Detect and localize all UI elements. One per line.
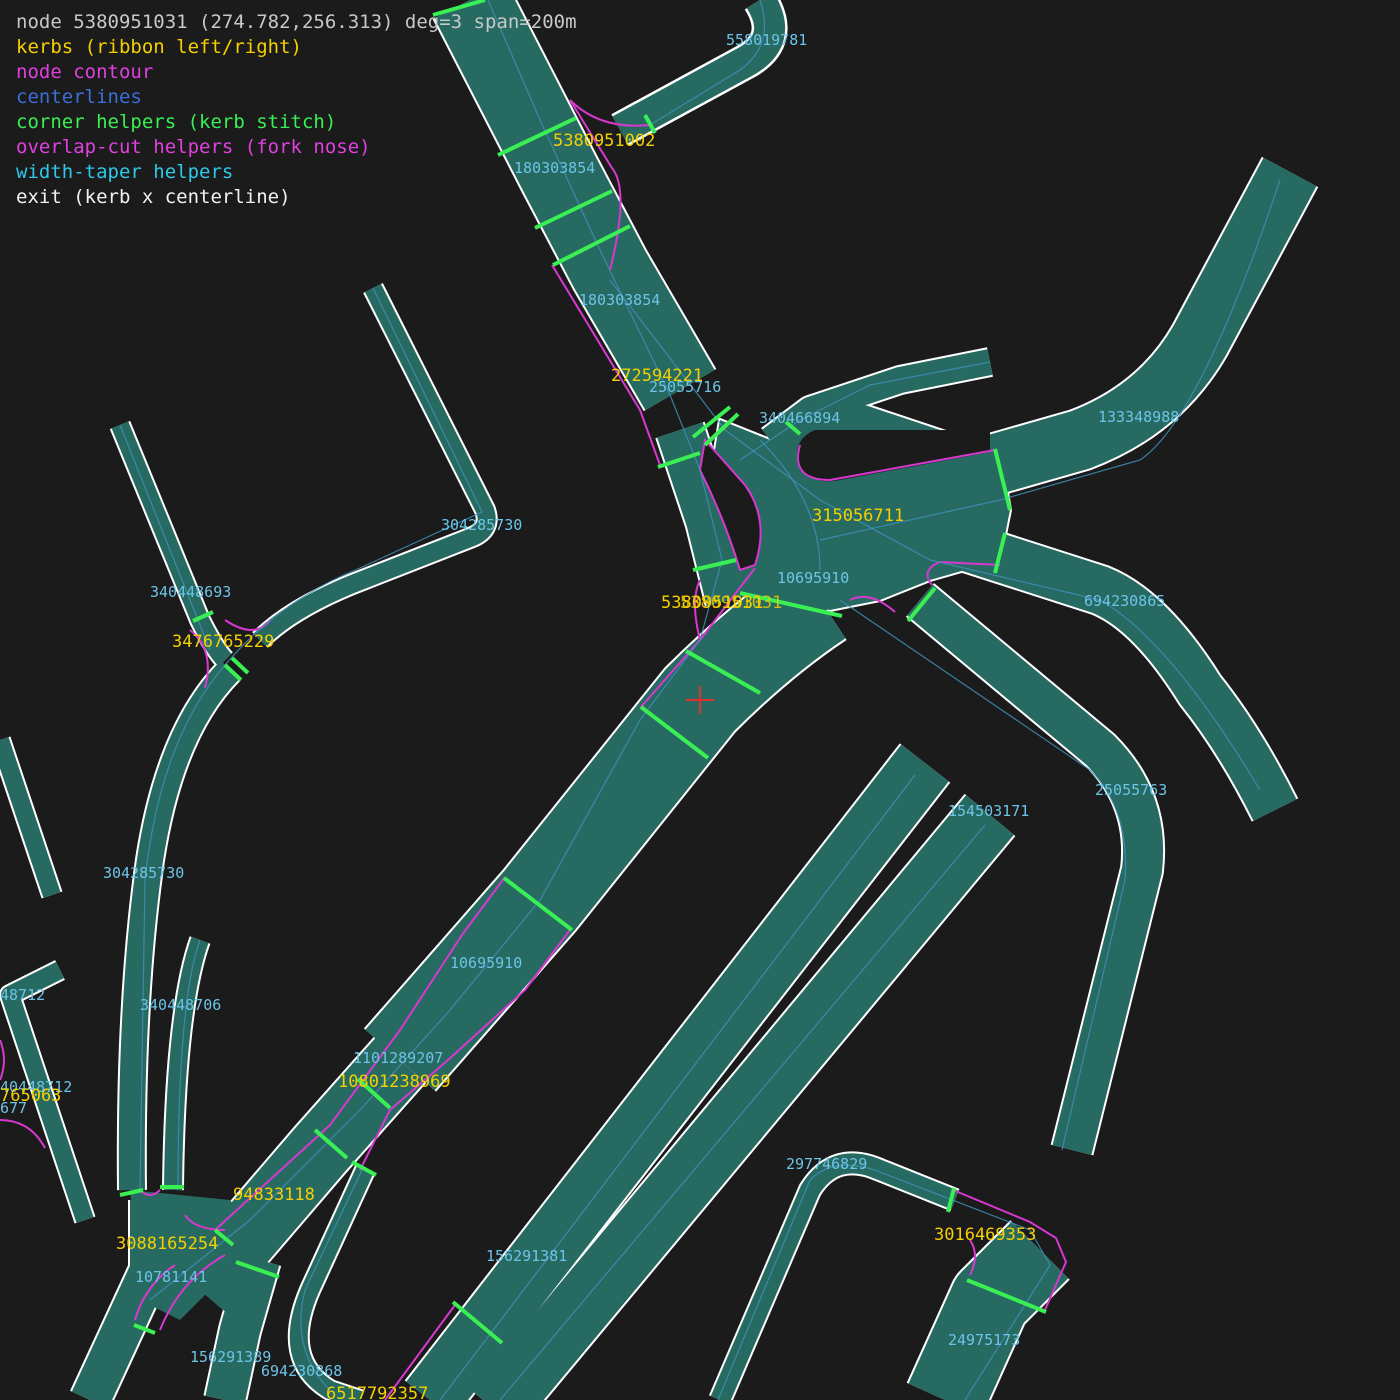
way-label: 156291381 bbox=[486, 1247, 567, 1265]
legend-corner-helpers: corner helpers (kerb stitch) bbox=[16, 111, 337, 133]
way-label: 694230868 bbox=[261, 1362, 342, 1380]
node-label: 3088165254 bbox=[116, 1234, 218, 1254]
way-label: 558019781 bbox=[726, 31, 807, 49]
way-label: 304285730 bbox=[103, 864, 184, 882]
way-label: 340448693 bbox=[150, 583, 231, 601]
way-label: 180303854 bbox=[579, 291, 660, 309]
legend-kerbs: kerbs (ribbon left/right) bbox=[16, 36, 302, 58]
node-label: 3476765229 bbox=[172, 632, 274, 652]
node-label: 6517792357 bbox=[326, 1384, 428, 1400]
legend-width-taper-helpers: width-taper helpers bbox=[16, 161, 234, 183]
node-label: 94833118 bbox=[233, 1185, 315, 1205]
legend-overlap-cut-helpers: overlap-cut helpers (fork nose) bbox=[16, 136, 371, 158]
way-label: 694230865 bbox=[1084, 592, 1165, 610]
road-network-map: 558019781 180303854 180303854 25055716 3… bbox=[0, 0, 1319, 1400]
way-label: 10781141 bbox=[135, 1268, 207, 1286]
node-label: 3016469353 bbox=[934, 1225, 1036, 1245]
way-label: 156291389 bbox=[190, 1348, 271, 1366]
node-label: 5380951031 bbox=[680, 593, 782, 613]
way-label: 340448706 bbox=[140, 996, 221, 1014]
legend-node-contour: node contour bbox=[16, 61, 154, 83]
node-label: 272594221 bbox=[611, 366, 703, 386]
node-label: 10801238969 bbox=[338, 1072, 451, 1092]
way-label: 133348988 bbox=[1098, 408, 1179, 426]
way-label: 304285730 bbox=[441, 516, 522, 534]
way-label: 10695910 bbox=[450, 954, 522, 972]
way-label: 25055763 bbox=[1095, 781, 1167, 799]
way-label: 297746829 bbox=[786, 1155, 867, 1173]
way-label: 154503171 bbox=[948, 802, 1029, 820]
node-label: 315056711 bbox=[812, 506, 904, 526]
debug-header: node 5380951031 (274.782,256.313) deg=3 … bbox=[16, 11, 577, 33]
legend-centerlines: centerlines bbox=[16, 86, 142, 108]
legend: node 5380951031 (274.782,256.313) deg=3 … bbox=[16, 10, 577, 210]
node-label: 765063 bbox=[0, 1086, 61, 1106]
way-label: 10695910 bbox=[777, 569, 849, 587]
legend-exit: exit (kerb x centerline) bbox=[16, 186, 291, 208]
way-label: 24975173 bbox=[948, 1331, 1020, 1349]
way-label: 340466894 bbox=[759, 409, 840, 427]
road-bodies bbox=[0, 0, 1317, 1400]
way-label: 1101289207 bbox=[353, 1049, 443, 1067]
way-label: 48712 bbox=[0, 986, 45, 1004]
